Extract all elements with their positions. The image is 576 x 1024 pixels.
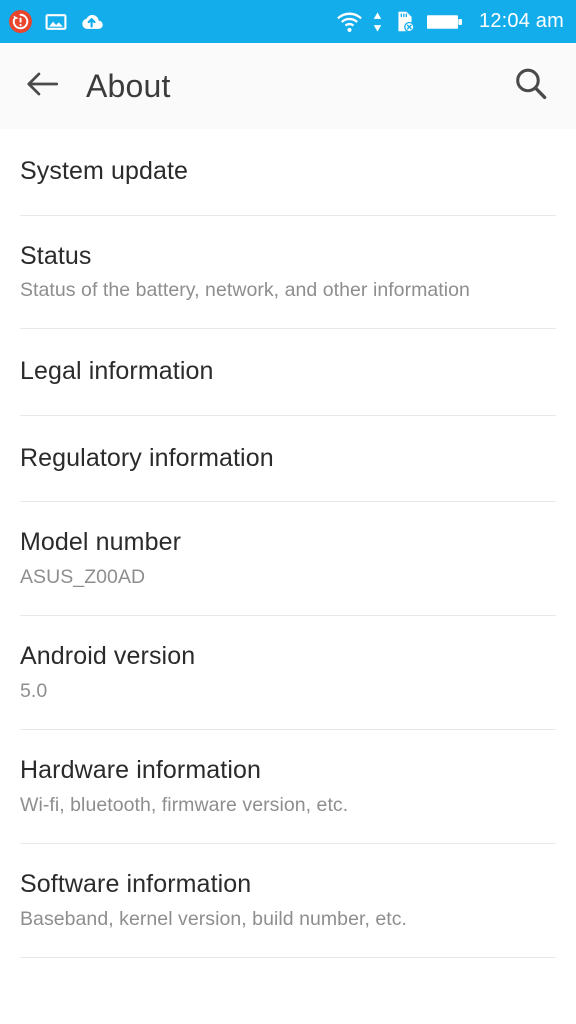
search-button[interactable] [508, 63, 554, 109]
search-icon [512, 65, 550, 108]
list-item-subtitle: Baseband, kernel version, build number, … [20, 907, 408, 930]
list-divider [20, 956, 556, 958]
image-icon [44, 10, 68, 34]
list-item-value: 5.0 [20, 679, 48, 702]
status-bar-clock: 12:04 am [479, 10, 564, 32]
page-title: About [86, 67, 171, 104]
list-item-title: Model number [20, 528, 182, 557]
update-alert-icon [8, 9, 33, 34]
list-item-title: Regulatory information [20, 443, 274, 472]
action-bar: About [0, 43, 576, 129]
list-item-title: Android version [20, 642, 196, 671]
list-item-subtitle: Status of the battery, network, and othe… [20, 279, 470, 301]
list-item-status[interactable]: Status Status of the battery, network, a… [0, 216, 576, 329]
list-item-android-version[interactable]: Android version 5.0 [0, 616, 576, 729]
status-bar-right-icons: 12:04 am [336, 9, 564, 34]
list-item-system-update[interactable]: System update [0, 129, 576, 215]
list-item-model-number[interactable]: Model number ASUS_Z00AD [0, 502, 576, 615]
arrow-left-icon [25, 69, 59, 104]
list-item-software-information[interactable]: Software information Baseband, kernel ve… [0, 844, 576, 957]
list-item-legal-information[interactable]: Legal information [0, 329, 576, 415]
settings-list: System update Status Status of the batte… [0, 129, 576, 958]
list-item-title: Software information [20, 870, 252, 898]
status-bar[interactable]: 12:04 am [0, 0, 576, 43]
status-bar-left-icons [8, 9, 104, 34]
list-item-value: ASUS_Z00AD [20, 565, 146, 588]
sd-card-missing-icon [392, 9, 417, 34]
list-item-regulatory-information[interactable]: Regulatory information [0, 416, 576, 502]
list-item-subtitle: Wi-fi, bluetooth, firmware version, etc. [20, 793, 349, 816]
data-transfer-arrows-icon [372, 10, 383, 34]
list-item-title: Hardware information [20, 756, 261, 785]
battery-icon [426, 11, 464, 33]
list-item-hardware-information[interactable]: Hardware information Wi-fi, bluetooth, f… [0, 730, 576, 843]
back-button[interactable] [20, 64, 64, 108]
list-item-title: Status [20, 241, 92, 270]
list-item-title: Legal information [20, 357, 214, 386]
wifi-icon [336, 10, 363, 34]
list-item-title: System update [20, 157, 189, 185]
cloud-upload-icon [79, 9, 104, 34]
